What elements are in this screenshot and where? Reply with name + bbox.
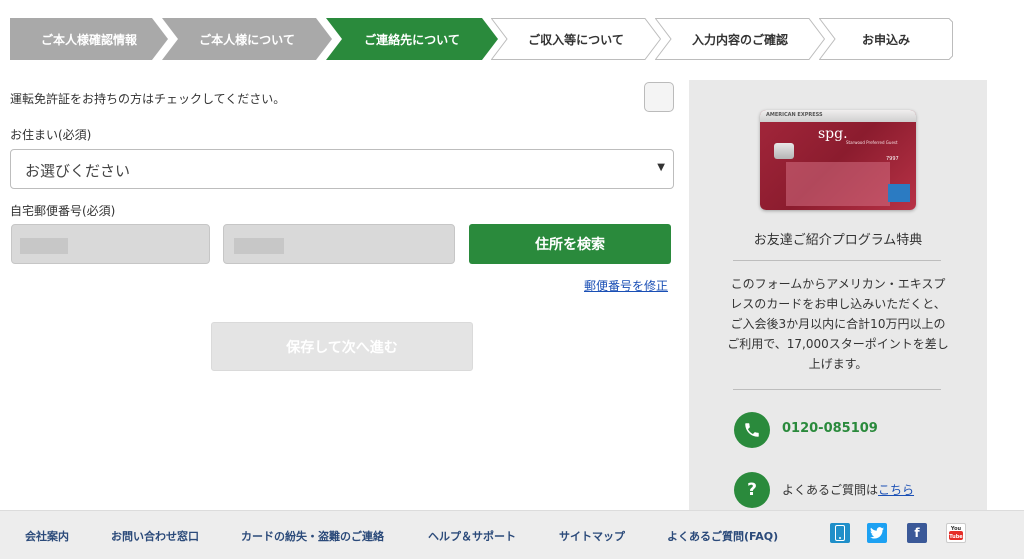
faq-prefix: よくあるご質問は [782, 483, 879, 497]
svg-text:You: You [950, 526, 962, 532]
faq-link[interactable]: こちら [878, 483, 914, 497]
step-label: ご本人様確認情報 [40, 32, 137, 47]
footer-link-contact[interactable]: お問い合わせ窓口 [111, 528, 199, 544]
twitter-icon[interactable] [867, 523, 887, 543]
footer-link-faq[interactable]: よくあるご質問(FAQ) [667, 528, 778, 544]
mobile-icon[interactable] [830, 523, 850, 543]
step-identity-info: ご本人様確認情報 [10, 18, 168, 60]
caret-down-icon: ▼ [657, 162, 665, 173]
redacted-card-area [786, 162, 890, 206]
footer: 会社案内 お問い合わせ窓口 カードの紛失・盗難のご連絡 ヘルプ＆サポート サイト… [0, 510, 1024, 559]
phone-number[interactable]: 0120-085109 [782, 421, 878, 436]
zip-label: 自宅郵便番号(必須) [10, 204, 116, 218]
divider [733, 389, 941, 390]
residence-label: お住まい(必須) [10, 128, 92, 142]
chip-icon [774, 143, 794, 159]
step-confirm: 入力内容のご確認 [655, 18, 825, 60]
svg-text:Tube: Tube [949, 534, 963, 540]
card-subtitle: Starwood Preferred Guest [846, 140, 898, 145]
faq-text: よくあるご質問はこちら [782, 481, 914, 498]
card-brand: AMERICAN EXPRESS [766, 112, 823, 118]
step-about-you: ご本人様について [162, 18, 332, 60]
residence-select-value: お選びください [25, 162, 131, 180]
facebook-icon[interactable]: f [907, 523, 927, 543]
footer-link-company[interactable]: 会社案内 [25, 528, 69, 544]
amex-logo-icon [888, 184, 910, 202]
step-income: ご収入等について [491, 18, 661, 60]
step-label: ご収入等について [528, 32, 624, 47]
license-checkbox[interactable] [644, 82, 674, 112]
step-label: ご連絡先について [364, 32, 460, 47]
save-and-next-button[interactable]: 保存して次へ進む [211, 322, 473, 371]
footer-link-lost-card[interactable]: カードの紛失・盗難のご連絡 [241, 528, 384, 544]
step-contact: ご連絡先について [326, 18, 498, 60]
credit-card-image: AMERICAN EXPRESS spg. Starwood Preferred… [760, 110, 916, 210]
license-row: 運転免許証をお持ちの方はチェックしてください。 [10, 82, 675, 112]
zip-second-input[interactable] [223, 224, 455, 264]
redacted-value [20, 238, 68, 254]
sidebar: AMERICAN EXPRESS spg. Starwood Preferred… [689, 80, 987, 510]
license-label: 運転免許証をお持ちの方はチェックしてください。 [10, 92, 286, 106]
divider [733, 260, 941, 261]
footer-link-help[interactable]: ヘルプ＆サポート [428, 528, 516, 544]
step-progress-bar: ご本人様確認情報 ご本人様について ご連絡先について ご収入等について 入力内容… [10, 18, 953, 60]
address-search-button[interactable]: 住所を検索 [469, 224, 671, 264]
question-icon: ? [734, 472, 770, 508]
step-label: ご本人様について [199, 32, 295, 47]
phone-icon [734, 412, 770, 448]
zip-first-input[interactable] [11, 224, 210, 264]
fix-zip-link[interactable]: 郵便番号を修正 [584, 277, 668, 294]
step-label: 入力内容のご確認 [691, 32, 788, 47]
program-title: お友達ご紹介プログラム特典 [753, 233, 923, 248]
card-logo: spg. [818, 126, 848, 142]
residence-select[interactable]: お選びください ▼ [10, 149, 674, 189]
redacted-value [234, 238, 284, 254]
program-description: このフォームからアメリカン・エキスプレスのカードをお申し込みいただくと、ご入会後… [727, 277, 949, 371]
youtube-icon[interactable]: You Tube [946, 523, 966, 543]
footer-link-sitemap[interactable]: サイトマップ [559, 528, 625, 544]
step-apply: お申込み [819, 18, 953, 60]
step-label: お申込み [861, 32, 910, 47]
